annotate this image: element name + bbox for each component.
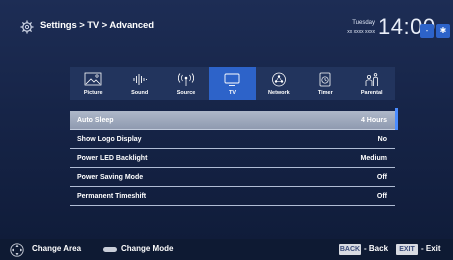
tab-label: TV: [228, 90, 236, 96]
menu-item-label: Permanent Timeshift: [77, 192, 147, 200]
source-icon: [178, 73, 195, 86]
timer-icon: [319, 72, 331, 87]
tab-parental[interactable]: Parental: [349, 67, 395, 100]
tab-label: Source: [176, 90, 196, 96]
menu-item-power-saving-mode[interactable]: Power Saving Mode Off: [70, 168, 395, 187]
back-key[interactable]: BACK: [339, 244, 361, 255]
exit-label: - Exit: [421, 244, 441, 253]
tv-icon: [225, 73, 240, 86]
menu-item-value: Off: [376, 173, 387, 181]
menu-item-label: Power LED Backlight: [77, 154, 148, 162]
tab-picture[interactable]: Picture: [70, 67, 116, 100]
menu-item-label: Power Saving Mode: [77, 173, 144, 181]
tab-label: Network: [268, 90, 290, 96]
tab-label: Sound: [131, 90, 149, 96]
tab-label: Picture: [83, 90, 103, 96]
sound-icon: [133, 74, 147, 85]
menu-item-power-led-backlight[interactable]: Power LED Backlight Medium: [70, 149, 395, 168]
minus-icon: ‑: [425, 26, 429, 35]
tab-timer[interactable]: Timer: [302, 67, 348, 100]
menu-item-label: Auto Sleep: [77, 116, 114, 124]
menu-item-value: Off: [376, 192, 387, 200]
menu-item-auto-sleep[interactable]: Auto Sleep 4 Hours: [70, 111, 395, 130]
tv-settings-screen: Settings > TV > Advanced Tuesday xx xxxx…: [0, 0, 453, 260]
tab-label: Timer: [317, 90, 333, 96]
ok-button-icon: [103, 247, 117, 252]
breadcrumb: Settings > TV > Advanced: [40, 20, 154, 31]
menu-item-permanent-timeshift[interactable]: Permanent Timeshift Off: [70, 187, 395, 206]
parental-icon: [365, 73, 378, 86]
footer-bar: Change Area Change Mode BACK - Back EXIT…: [0, 239, 453, 260]
exit-key[interactable]: EXIT: [396, 244, 418, 255]
picture-icon: [84, 72, 102, 86]
network-icon: [271, 72, 286, 87]
tab-source[interactable]: Source: [163, 67, 209, 100]
navigation-pad-icon: [10, 243, 24, 257]
header-button-minus[interactable]: ‑: [420, 24, 434, 38]
star-icon: ✱: [439, 26, 447, 35]
tab-sound[interactable]: Sound: [116, 67, 162, 100]
back-label: - Back: [364, 244, 389, 253]
tab-tv[interactable]: TV: [209, 67, 256, 100]
menu-item-show-logo-display[interactable]: Show Logo Display No: [70, 130, 395, 149]
scrollbar[interactable]: [395, 108, 398, 130]
menu-item-value: 4 Hours: [360, 116, 387, 124]
day-label: Tuesday: [352, 20, 375, 26]
date-label: xx xxxx xxxx: [347, 29, 375, 35]
tab-label: Parental: [360, 90, 383, 96]
header: Settings > TV > Advanced Tuesday xx xxxx…: [0, 0, 453, 60]
gear-icon: [20, 20, 34, 34]
change-mode-label: Change Mode: [121, 244, 174, 253]
menu-item-label: Show Logo Display: [77, 135, 142, 143]
header-button-star[interactable]: ✱: [436, 24, 450, 38]
menu-item-value: No: [377, 135, 387, 143]
tab-network[interactable]: Network: [256, 67, 302, 100]
category-tabs: Picture Sound Source TV Network Timer Pa…: [70, 67, 395, 100]
change-area-label: Change Area: [32, 244, 82, 253]
menu-item-value: Medium: [360, 154, 387, 162]
settings-list: Auto Sleep 4 Hours Show Logo Display No …: [70, 111, 395, 206]
